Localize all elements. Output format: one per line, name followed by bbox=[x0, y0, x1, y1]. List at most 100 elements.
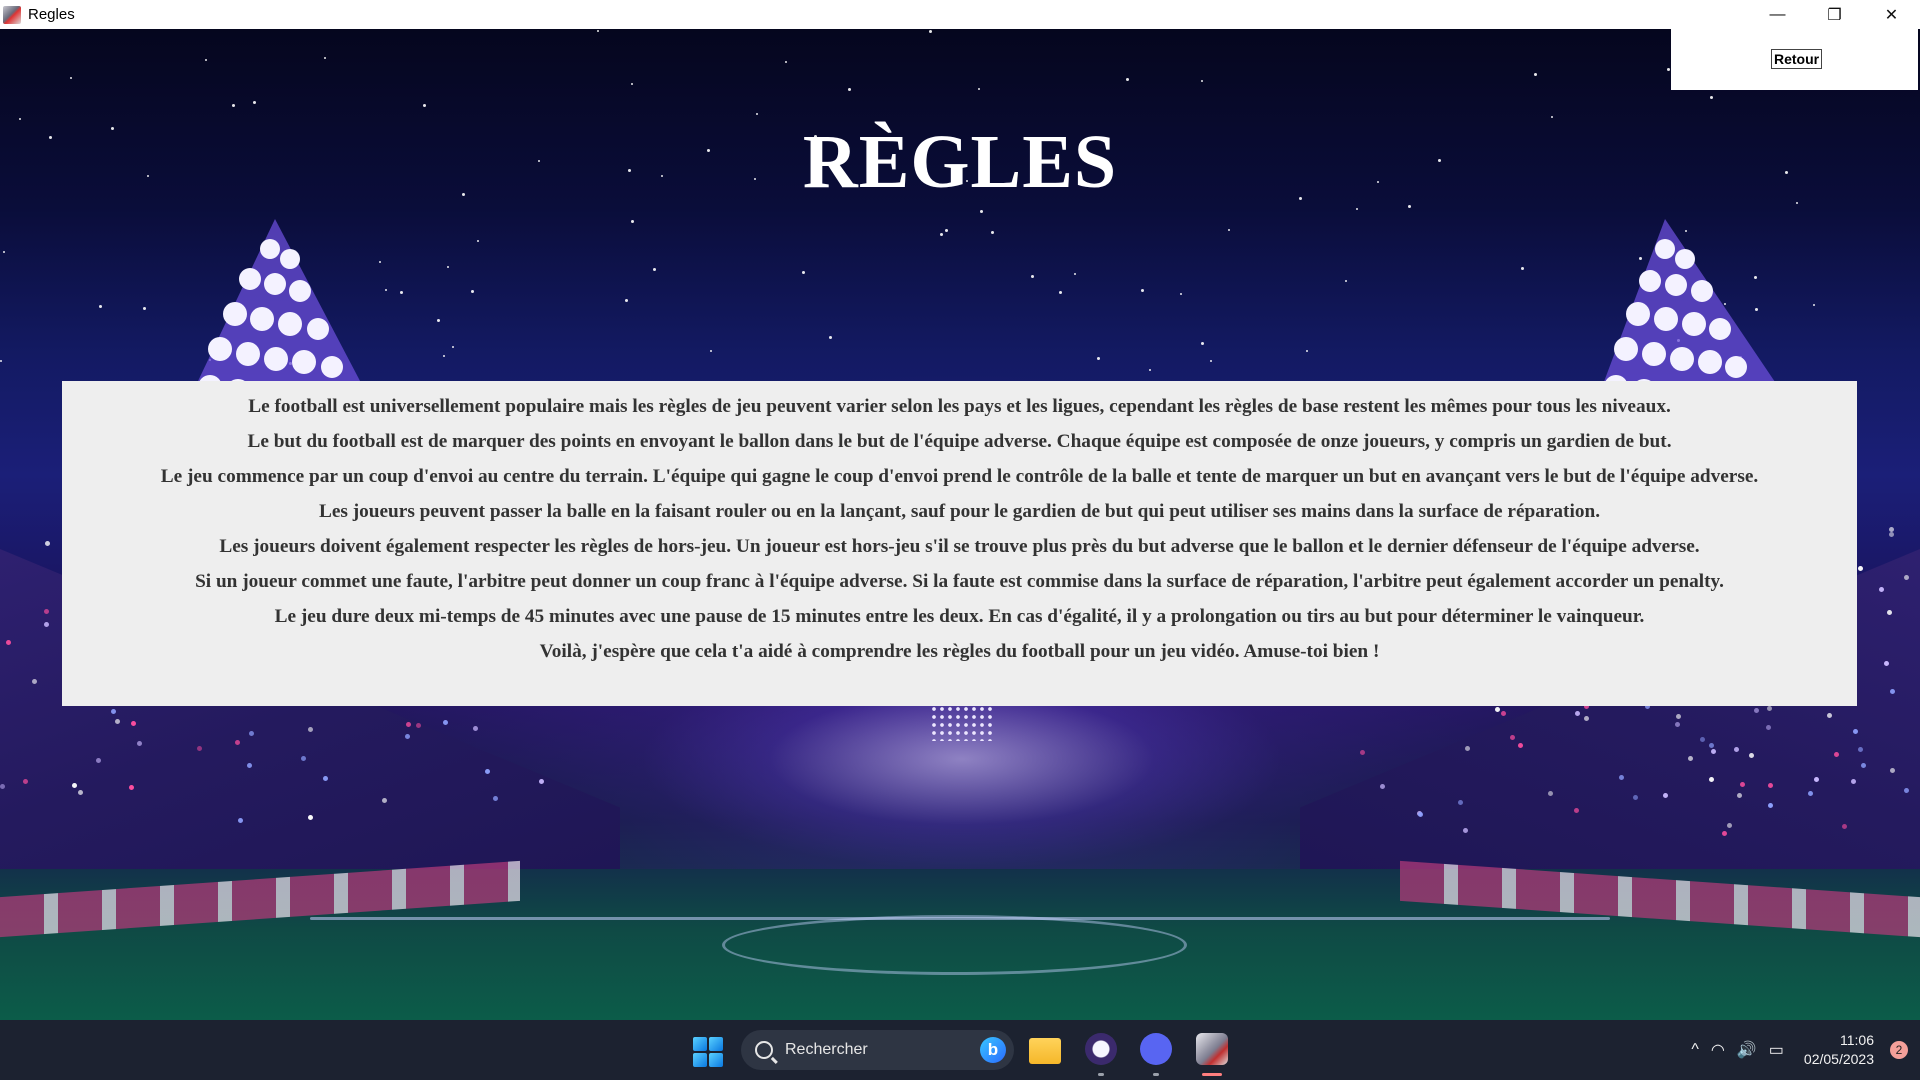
crowd-light bbox=[1548, 791, 1553, 796]
crowd-light bbox=[1834, 752, 1839, 757]
crowd-light bbox=[115, 719, 120, 724]
crowd-light bbox=[1458, 800, 1463, 805]
maximize-button[interactable]: ❐ bbox=[1806, 0, 1863, 29]
crowd-light bbox=[405, 734, 410, 739]
rule-line: Le jeu dure deux mi-temps de 45 minutes … bbox=[274, 606, 1645, 627]
tray-chevron-icon[interactable]: ^ bbox=[1691, 1041, 1699, 1059]
center-floodlight-icon bbox=[930, 705, 996, 741]
file-explorer-icon[interactable] bbox=[1029, 1038, 1061, 1064]
page-title: RÈGLES bbox=[802, 120, 1118, 204]
crowd-light bbox=[1754, 708, 1759, 713]
game-app-icon[interactable] bbox=[1196, 1033, 1228, 1065]
crowd-light bbox=[44, 609, 49, 614]
crowd-light bbox=[1663, 793, 1668, 798]
stadium-background: RÈGLES Retour Le football est universell… bbox=[0, 29, 1920, 1020]
clock-date: 02/05/2023 bbox=[1803, 1051, 1874, 1067]
discord-icon[interactable] bbox=[1140, 1033, 1172, 1065]
crowd-light bbox=[1904, 575, 1909, 580]
active-app-indicator bbox=[1202, 1073, 1222, 1076]
crowd-light bbox=[1510, 735, 1515, 740]
crowd-light bbox=[1727, 823, 1732, 828]
crowd-light bbox=[72, 783, 77, 788]
crowd-light bbox=[238, 818, 243, 823]
running-indicator bbox=[1098, 1073, 1104, 1076]
crowd-light bbox=[1722, 831, 1727, 836]
crowd-light bbox=[1734, 747, 1739, 752]
crowd-light bbox=[1861, 763, 1866, 768]
crowd-light bbox=[308, 815, 313, 820]
crowd-light bbox=[235, 740, 240, 745]
crowd-light bbox=[443, 720, 448, 725]
crowd-light bbox=[1360, 750, 1365, 755]
crowd-light bbox=[1463, 828, 1468, 833]
crowd-light bbox=[1814, 777, 1819, 782]
rule-line: Voilà, j'espère que cela t'a aidé à comp… bbox=[539, 641, 1380, 662]
crowd-light bbox=[197, 746, 202, 751]
crowd-light bbox=[1884, 661, 1889, 666]
crowd-light bbox=[96, 758, 101, 763]
crowd-light bbox=[1740, 782, 1745, 787]
crowd-light bbox=[1700, 737, 1705, 742]
crowd-light bbox=[382, 798, 387, 803]
crowd-light bbox=[1879, 587, 1884, 592]
windows-logo-icon bbox=[693, 1037, 707, 1051]
crowd-light bbox=[0, 784, 5, 789]
crowd-light bbox=[1808, 791, 1813, 796]
crowd-light bbox=[1711, 749, 1716, 754]
crowd-light bbox=[1890, 768, 1895, 773]
crowd-light bbox=[78, 790, 83, 795]
rule-line: Le but du football est de marquer des po… bbox=[247, 431, 1672, 452]
crowd-light bbox=[1418, 812, 1423, 817]
pitch-center-circle bbox=[722, 915, 1187, 975]
volume-icon[interactable]: 🔊 bbox=[1737, 1040, 1757, 1060]
rule-line: Le jeu commence par un coup d'envoi au c… bbox=[160, 466, 1759, 487]
crowd-light bbox=[1495, 707, 1500, 712]
crowd-light bbox=[1518, 743, 1523, 748]
crowd-light bbox=[23, 779, 28, 784]
battery-icon[interactable]: ▭ bbox=[1769, 1040, 1784, 1060]
rule-line: Les joueurs peuvent passer la balle en l… bbox=[318, 501, 1601, 522]
crowd-light bbox=[1904, 788, 1909, 793]
clock-time: 11:06 bbox=[1840, 1032, 1874, 1048]
crowd-light bbox=[301, 756, 306, 761]
notification-badge[interactable]: 2 bbox=[1890, 1041, 1908, 1059]
wifi-icon[interactable]: ◠ bbox=[1711, 1040, 1725, 1060]
rule-line: Le football est universellement populair… bbox=[248, 396, 1671, 417]
crowd-light bbox=[131, 721, 136, 726]
crowd-light bbox=[1676, 714, 1681, 719]
crowd-light bbox=[406, 722, 411, 727]
minimize-button[interactable]: — bbox=[1749, 0, 1806, 29]
close-button[interactable]: ✕ bbox=[1863, 0, 1920, 29]
window-controls: — ❐ ✕ bbox=[1749, 0, 1920, 29]
crowd-light bbox=[1851, 779, 1856, 784]
crowd-light bbox=[1768, 803, 1773, 808]
clock[interactable]: 11:06 02/05/2023 bbox=[1804, 1031, 1874, 1069]
bing-icon[interactable]: b bbox=[980, 1037, 1006, 1063]
crowd-light bbox=[1501, 711, 1506, 716]
rules-panel: Le football est universellement populair… bbox=[62, 381, 1857, 706]
system-tray: ^ ◠ 🔊 ▭ 11:06 02/05/2023 2 bbox=[1685, 1020, 1920, 1080]
crowd-light bbox=[129, 785, 134, 790]
crowd-light bbox=[1709, 743, 1714, 748]
crowd-light bbox=[493, 796, 498, 801]
crowd-light bbox=[1766, 725, 1771, 730]
crowd-light bbox=[416, 723, 421, 728]
start-button[interactable] bbox=[693, 1037, 723, 1067]
eclipse-icon[interactable] bbox=[1085, 1033, 1117, 1065]
crowd-light bbox=[1465, 746, 1470, 751]
back-button-panel: Retour bbox=[1671, 29, 1918, 90]
search-placeholder: Rechercher bbox=[785, 1041, 868, 1058]
crowd-light bbox=[44, 622, 49, 627]
crowd-light bbox=[247, 763, 252, 768]
crowd-light bbox=[32, 679, 37, 684]
running-indicator bbox=[1153, 1073, 1159, 1076]
crowd-light bbox=[6, 640, 11, 645]
crowd-light bbox=[1575, 711, 1580, 716]
taskbar-search[interactable]: Rechercher b bbox=[741, 1030, 1014, 1070]
crowd-light bbox=[539, 779, 544, 784]
back-button[interactable]: Retour bbox=[1771, 49, 1823, 69]
crowd-light bbox=[1768, 783, 1773, 788]
window-titlebar: Regles — ❐ ✕ bbox=[0, 0, 1920, 29]
crowd-light bbox=[1574, 808, 1579, 813]
crowd-light bbox=[308, 727, 313, 732]
